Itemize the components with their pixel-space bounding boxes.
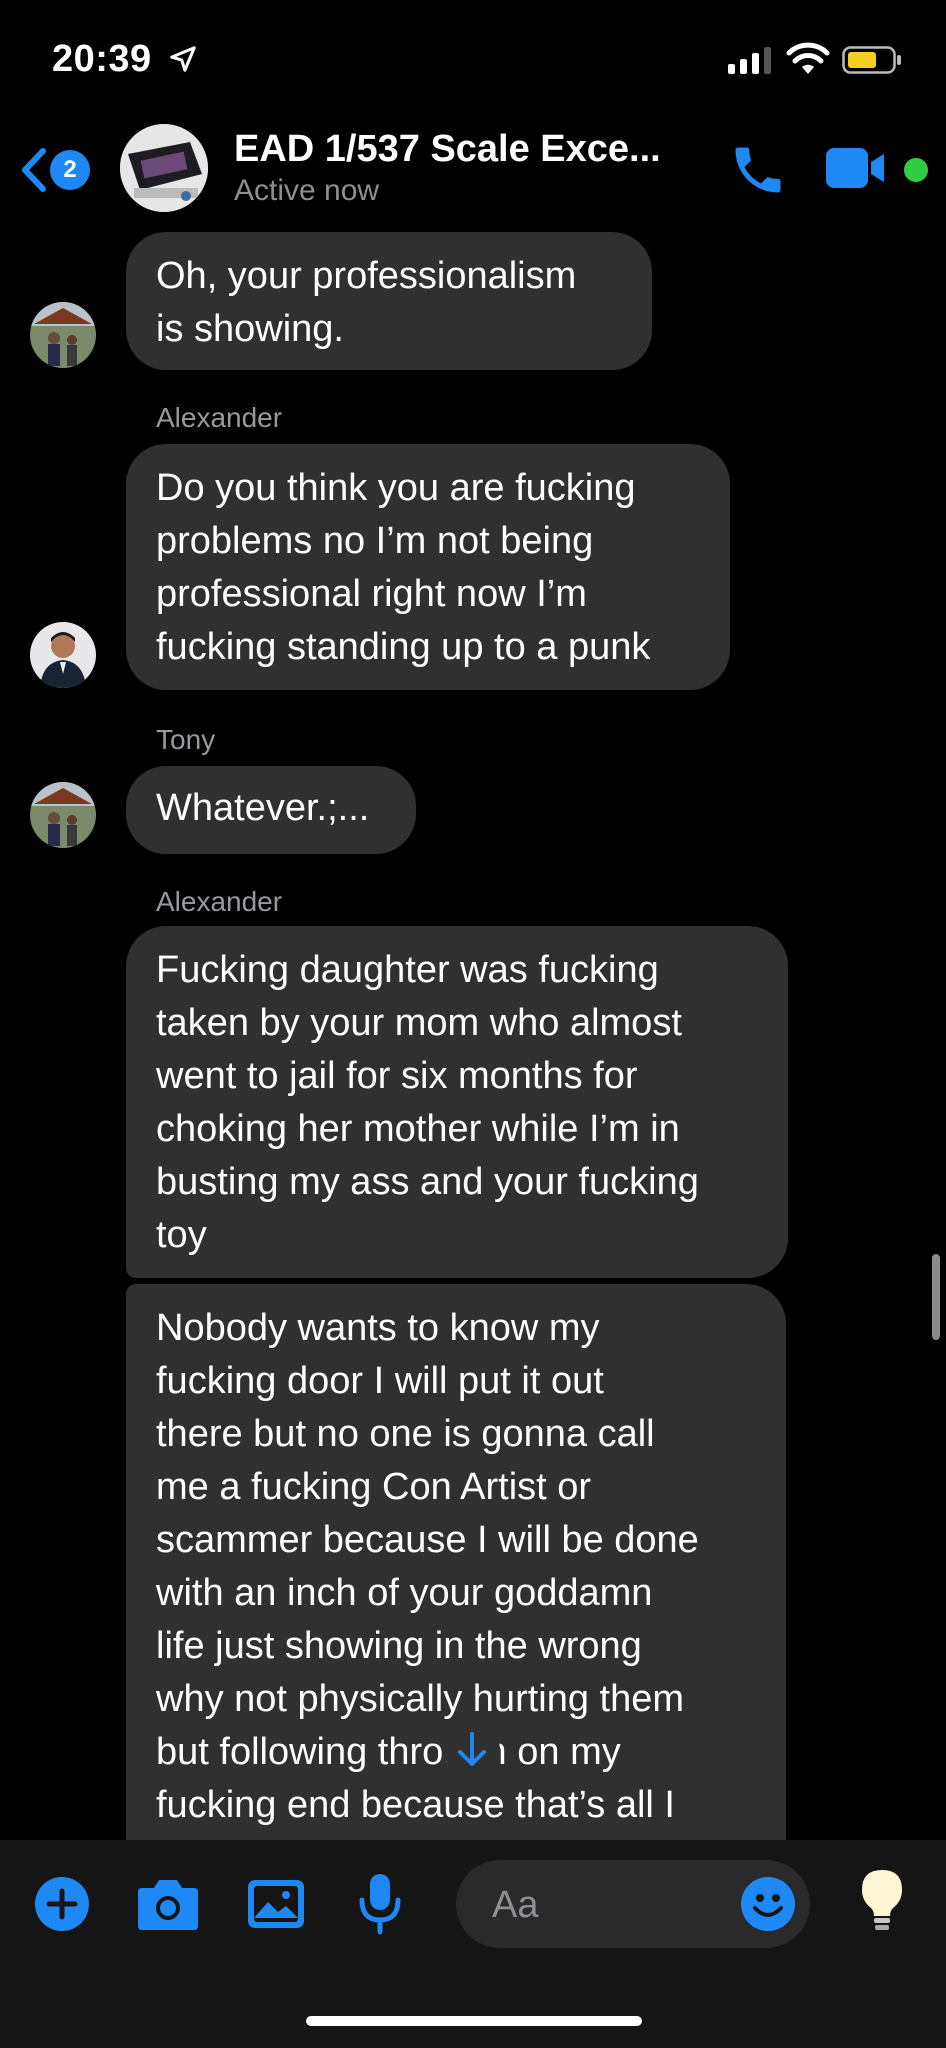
message-text: Do you think you are fucking problems no… <box>156 467 651 668</box>
image-icon[interactable] <box>246 1876 306 1932</box>
phone-icon[interactable] <box>728 140 788 200</box>
status-bar: 20:39 <box>0 0 946 120</box>
message-bubble[interactable]: Oh, your professionalism is showing. <box>126 232 652 370</box>
message-bubble[interactable]: Whatever.;... <box>126 766 416 854</box>
location-arrow-icon <box>170 46 196 72</box>
microphone-icon[interactable] <box>356 1872 404 1936</box>
sender-name: Alexander <box>156 886 283 917</box>
emoji-icon[interactable] <box>740 1876 796 1932</box>
video-camera-icon[interactable] <box>826 146 888 190</box>
message-text: Oh, your professionalism is showing. <box>156 255 577 350</box>
avatar-tony[interactable] <box>30 782 96 848</box>
online-indicator <box>904 158 928 182</box>
home-indicator <box>306 2016 642 2026</box>
status-time: 20:39 <box>52 38 152 80</box>
message-thread[interactable]: Oh, your professionalism is showing. Ale… <box>0 232 946 1840</box>
message-input-placeholder: Aa <box>492 1884 539 1926</box>
scrollbar[interactable] <box>932 1254 940 1340</box>
message-bubble[interactable]: Fucking daughter was fucking taken by yo… <box>126 926 788 1278</box>
unread-badge: 2 <box>50 150 90 190</box>
plus-icon[interactable] <box>34 1876 90 1932</box>
wifi-icon <box>786 42 830 74</box>
group-avatar[interactable] <box>120 124 208 212</box>
back-button[interactable]: 2 <box>18 142 102 198</box>
camera-icon[interactable] <box>136 1876 200 1932</box>
battery-icon <box>842 46 901 74</box>
message-text: Fucking daughter was fucking taken by yo… <box>156 949 699 1256</box>
message-input[interactable]: Aa <box>456 1860 810 1948</box>
composer-bar: Aa <box>0 1840 946 2048</box>
avatar-tony[interactable] <box>30 302 96 368</box>
arrow-down-icon[interactable] <box>444 1722 500 1778</box>
avatar-alexander[interactable] <box>30 622 96 688</box>
lightbulb-icon[interactable] <box>858 1868 906 1934</box>
chat-title[interactable]: EAD 1/537 Scale Exce... <box>234 128 661 171</box>
message-bubble[interactable]: Do you think you are fucking problems no… <box>126 444 730 690</box>
back-chevron-icon <box>22 148 46 192</box>
message-text: Whatever.;... <box>156 787 370 829</box>
sender-name: Alexander <box>156 402 283 433</box>
chat-header: 2 EAD 1/537 Scale Exce... Active now <box>0 120 946 232</box>
signal-icon <box>728 46 771 74</box>
active-status: Active now <box>234 174 380 207</box>
sender-name: Tony <box>156 724 216 755</box>
